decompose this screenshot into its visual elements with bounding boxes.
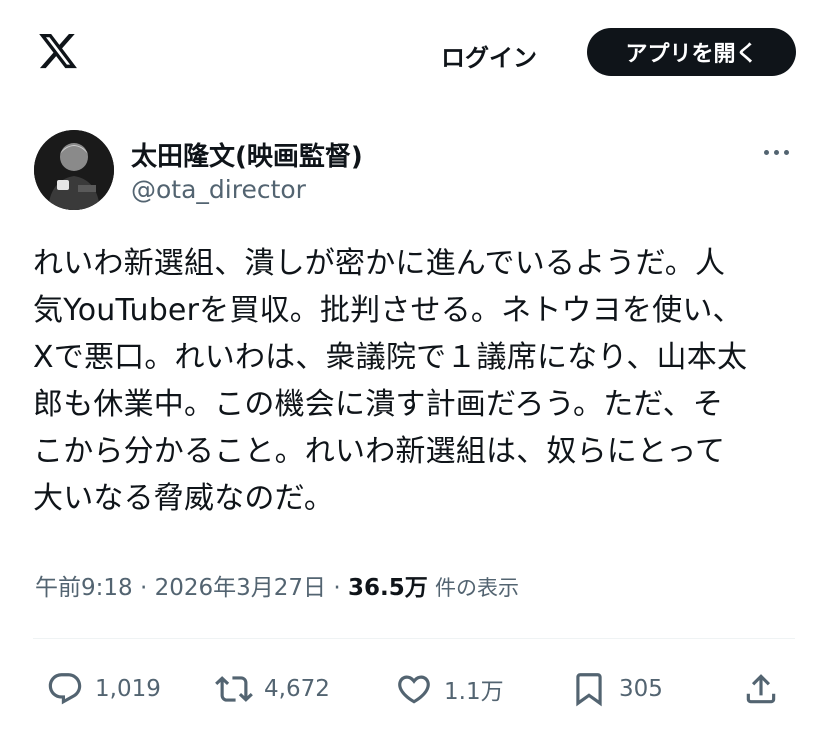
reply-button[interactable]: 1,019 xyxy=(46,665,161,713)
views-count: 36.5万 xyxy=(347,575,428,601)
meta-separator: · xyxy=(333,575,341,601)
views-label: 件の表示 xyxy=(435,576,520,600)
x-logo-icon[interactable] xyxy=(37,30,79,72)
divider xyxy=(33,638,795,639)
top-bar: ログイン アプリを開く xyxy=(0,0,828,104)
bookmark-button[interactable]: 305 xyxy=(570,665,663,713)
retweet-button[interactable]: 4,672 xyxy=(215,665,330,713)
share-upload-icon xyxy=(746,674,776,704)
heart-icon xyxy=(398,675,430,704)
open-app-button[interactable]: アプリを開く xyxy=(587,28,796,76)
retweet-icon xyxy=(215,676,253,702)
tweet-text: れいわ新選組、潰しが密かに進んでいるようだ。人 気YouTuberを買収。批判さ… xyxy=(33,246,748,516)
author-handle[interactable]: @ota_director xyxy=(131,175,306,204)
meta-separator: · xyxy=(139,575,148,601)
reply-bubble-icon xyxy=(48,673,82,705)
like-button[interactable]: 1.1万 xyxy=(395,665,504,713)
tweet-time[interactable]: 午前9:18 xyxy=(35,575,133,601)
tweet-date[interactable]: 2026年3月27日 xyxy=(155,575,326,601)
more-options-button[interactable] xyxy=(756,140,796,164)
reply-count: 1,019 xyxy=(95,676,161,702)
bookmark-count: 305 xyxy=(619,676,663,702)
action-bar: 1,019 4,672 1.1万 305 xyxy=(0,665,828,713)
author-display-name[interactable]: 太田隆文(映画監督) xyxy=(131,136,363,173)
avatar[interactable] xyxy=(34,130,114,210)
like-count: 1.1万 xyxy=(444,679,504,705)
retweet-count: 4,672 xyxy=(264,676,330,702)
tweet-meta: 午前9:18 · 2026年3月27日 · 36.5万 件の表示 xyxy=(35,568,519,602)
bookmark-icon xyxy=(576,673,602,707)
avatar-photo xyxy=(34,130,114,210)
more-dots-icon xyxy=(763,149,769,155)
share-button[interactable] xyxy=(742,665,780,713)
login-link[interactable]: ログイン xyxy=(441,38,537,73)
